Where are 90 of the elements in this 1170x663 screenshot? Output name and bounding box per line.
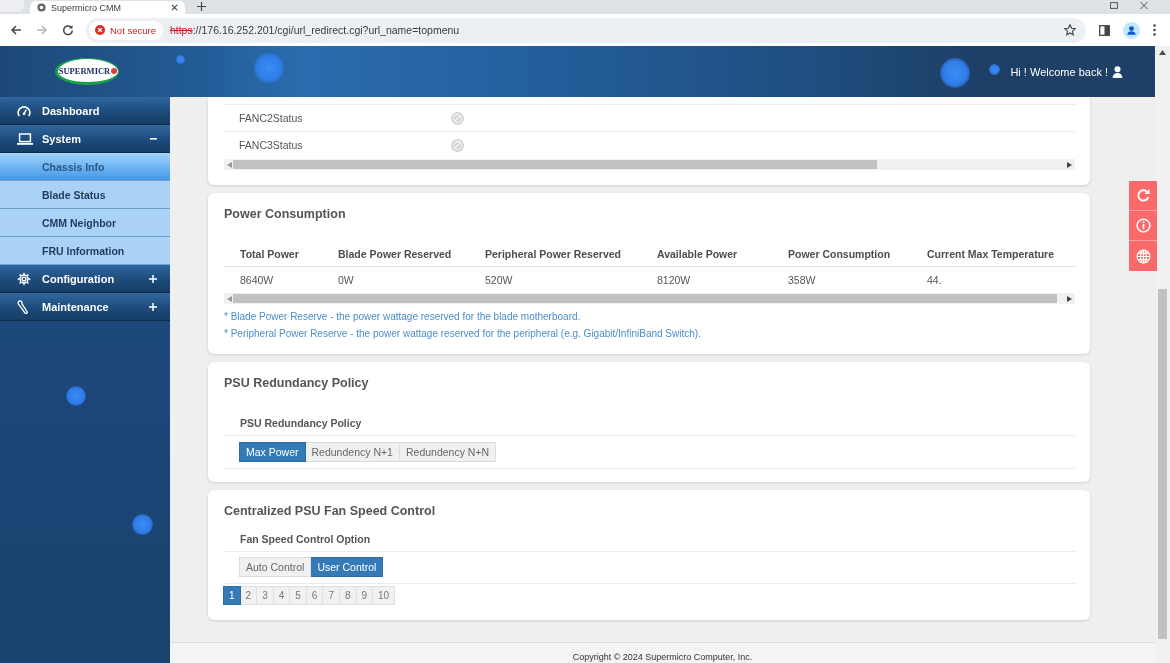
sidebar-subitem[interactable]: FRU Information bbox=[0, 237, 170, 265]
address-bar[interactable]: Not secure https://176.16.252.201/cgi/url_redirect.cgi?url_name=topmenu bbox=[86, 17, 1086, 43]
glow-bubble bbox=[132, 514, 153, 535]
column-header: Power Consumption bbox=[788, 247, 891, 260]
horizontal-scrollbar[interactable] bbox=[224, 159, 1075, 170]
logo-text: SUPERMICR bbox=[58, 65, 111, 76]
column-header: Peripheral Power Reserved bbox=[485, 247, 621, 260]
sidebar-item[interactable]: Maintenance bbox=[0, 293, 170, 321]
profile-icon[interactable] bbox=[1123, 21, 1140, 39]
option-button[interactable]: Redundency N+N bbox=[399, 442, 497, 462]
maximize-icon[interactable] bbox=[1110, 2, 1118, 9]
option-button[interactable]: Redundency N+1 bbox=[305, 442, 400, 462]
info-icon bbox=[1135, 218, 1151, 233]
logo[interactable]: SUPERMICR bbox=[55, 58, 119, 85]
reload-icon bbox=[62, 24, 74, 36]
gear-icon bbox=[17, 271, 31, 286]
scroll-up-icon[interactable] bbox=[1159, 50, 1166, 55]
option-button[interactable]: Max Power bbox=[239, 442, 306, 462]
card-title: Power Consumption bbox=[224, 207, 347, 221]
table-cell: 0W bbox=[338, 273, 354, 286]
glow-bubble bbox=[254, 53, 284, 83]
star-icon[interactable] bbox=[1064, 24, 1076, 36]
sidebar-subitem[interactable]: Chassis Info bbox=[0, 153, 170, 181]
section-label: PSU Redundancy Policy bbox=[240, 416, 362, 429]
plus-icon[interactable] bbox=[149, 302, 157, 311]
column-header: Current Max Temperature bbox=[927, 247, 1054, 260]
section-label: Fan Speed Control Option bbox=[240, 532, 371, 545]
logo-dot-icon bbox=[111, 67, 118, 74]
scrollbar-thumb[interactable] bbox=[233, 160, 877, 169]
card-title: PSU Redundancy Policy bbox=[224, 376, 370, 390]
plus-icon[interactable] bbox=[149, 274, 157, 283]
table-cell: 44. bbox=[927, 273, 942, 286]
info-button[interactable] bbox=[1129, 211, 1157, 241]
table-cell: 8120W bbox=[657, 273, 691, 286]
scrollbar-thumb[interactable] bbox=[233, 294, 1057, 303]
vertical-scrollbar[interactable] bbox=[1155, 46, 1170, 663]
refresh-button[interactable] bbox=[1129, 181, 1157, 211]
column-header: Blade Power Reserved bbox=[338, 247, 452, 260]
column-header: Available Power bbox=[657, 247, 738, 260]
gauge-icon bbox=[17, 104, 31, 117]
glow-bubble bbox=[66, 386, 86, 406]
new-tab-icon[interactable] bbox=[197, 2, 206, 11]
sidebar-item[interactable]: System bbox=[0, 125, 170, 153]
close-window-icon[interactable] bbox=[1140, 2, 1148, 9]
wrench-icon bbox=[17, 299, 29, 314]
page-button[interactable]: 10 bbox=[373, 586, 396, 605]
scrollbar-thumb[interactable] bbox=[1158, 289, 1167, 639]
globe-icon bbox=[1135, 248, 1151, 264]
page-button[interactable]: 5 bbox=[290, 586, 307, 605]
favicon-icon bbox=[37, 3, 46, 12]
welcome-text: Hi ! Welcome back ! bbox=[1010, 65, 1108, 78]
refresh-icon bbox=[1135, 188, 1151, 203]
table-cell: 8640W bbox=[240, 273, 274, 286]
glow-bubble bbox=[989, 64, 1000, 75]
page-button[interactable]: 3 bbox=[257, 586, 274, 605]
table-cell-text: FANC2Status bbox=[239, 112, 304, 124]
table-cell-text: FANC3Status bbox=[239, 139, 304, 151]
side-panel-icon[interactable] bbox=[1099, 24, 1110, 36]
back-arrow-icon bbox=[10, 24, 22, 36]
sidebar-subitem[interactable]: CMM Neighbor bbox=[0, 209, 170, 237]
forward-arrow-icon bbox=[36, 24, 48, 36]
footnote-text: * Peripheral Power Reserve - the power wattage reserved for the peripheral (e.g. Gigabit/InfiniBand Switch). bbox=[224, 327, 702, 341]
scroll-right-icon[interactable] bbox=[1067, 161, 1072, 168]
scroll-right-icon[interactable] bbox=[1067, 295, 1072, 302]
security-chip[interactable]: Not secure bbox=[89, 20, 163, 40]
copyright-text: Copyright © 2024 Supermicro Computer, Inc. bbox=[572, 652, 753, 663]
option-button[interactable]: Auto Control bbox=[239, 557, 312, 577]
sidebar-subitem[interactable]: Blade Status bbox=[0, 181, 170, 209]
url-text: https://176.16.252.201/cgi/url_redirect.cgi?url_name=topmenu bbox=[169, 24, 460, 36]
column-header: Total Power bbox=[240, 247, 299, 260]
sidebar-item[interactable]: Configuration bbox=[0, 265, 170, 293]
sidebar-item[interactable]: Dashboard bbox=[0, 97, 170, 125]
footnote-text: * Blade Power Reserve - the power wattage reserved for the blade motherboard. bbox=[224, 310, 582, 324]
minus-icon[interactable] bbox=[150, 137, 157, 140]
browser-tab[interactable]: Supermicro CMM bbox=[30, 1, 185, 14]
close-icon[interactable] bbox=[171, 4, 178, 11]
page-button[interactable]: 7 bbox=[323, 586, 340, 605]
table-cell: 520W bbox=[485, 273, 513, 286]
glow-bubble bbox=[940, 58, 970, 88]
more-menu-icon[interactable] bbox=[1153, 24, 1156, 36]
page-button[interactable]: 1 bbox=[223, 586, 241, 605]
alert-icon bbox=[95, 25, 105, 35]
glow-bubble bbox=[176, 55, 185, 64]
horizontal-scrollbar[interactable] bbox=[224, 293, 1075, 304]
globe-button[interactable] bbox=[1129, 241, 1157, 271]
card-title: Centralized PSU Fan Speed Control bbox=[224, 504, 437, 518]
table-cell: 358W bbox=[788, 273, 816, 286]
laptop-icon bbox=[17, 132, 33, 145]
user-icon[interactable] bbox=[1112, 65, 1123, 78]
option-button[interactable]: User Control bbox=[311, 557, 384, 577]
